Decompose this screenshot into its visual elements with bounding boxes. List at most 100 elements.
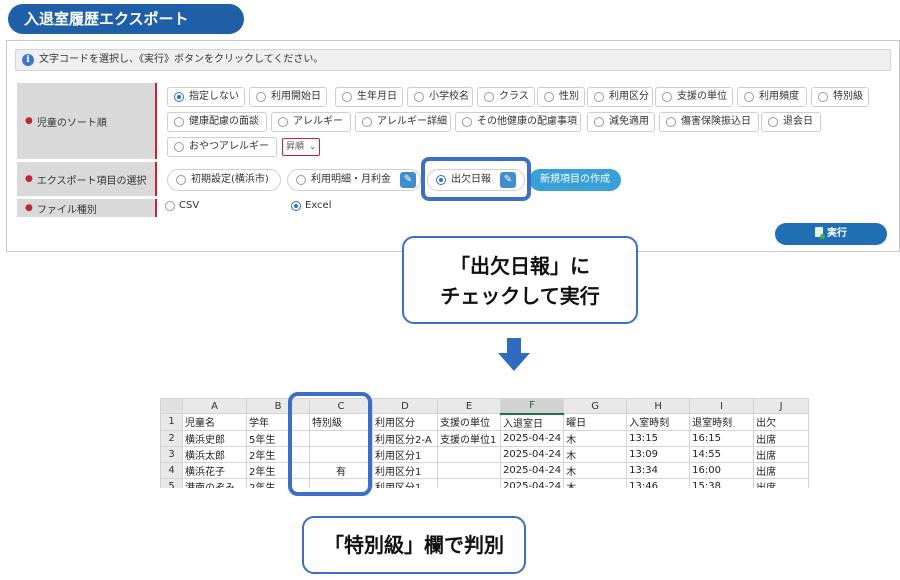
table-cell[interactable]	[437, 461, 501, 479]
table-cell[interactable]: 13:46	[626, 477, 691, 488]
table-cell[interactable]: 木	[563, 461, 628, 479]
table-cell[interactable]	[437, 445, 501, 463]
column-header[interactable]: I	[689, 398, 755, 414]
spreadsheet-preview: A B C D E F G H I J 1 児童名 学年 特別級 利用区分 支援の単位 入退室日 曜日 入室時刻 退室…	[160, 398, 810, 488]
sort-option[interactable]: 小学校名	[407, 87, 473, 107]
sort-option[interactable]: 退会日	[761, 112, 821, 132]
table-cell[interactable]: 木	[563, 445, 628, 463]
table-cell[interactable]: 2025-04-24	[499, 445, 565, 463]
table-cell[interactable]: 児童名	[182, 413, 247, 431]
sort-option[interactable]: 利用開始日	[249, 87, 327, 107]
column-header[interactable]: E	[437, 398, 501, 414]
sort-order-value: 昇順	[286, 142, 305, 152]
callout-line-1: 「出欠日報」に	[450, 254, 590, 278]
row-number[interactable]: 5	[160, 477, 183, 488]
sort-option[interactable]: 支援の単位	[655, 87, 733, 107]
table-cell[interactable]: 入退室日	[499, 413, 565, 431]
table-cell[interactable]: 13:15	[626, 429, 691, 447]
sort-option[interactable]: アレルギー詳細	[355, 112, 451, 132]
file-type-row-label: ● ファイル種別	[17, 199, 157, 217]
radio-icon	[296, 175, 306, 185]
sort-option-label: 生年月日	[357, 91, 397, 102]
sort-option[interactable]: 健康配慮の面談	[167, 112, 267, 132]
table-cell[interactable]: 2025-04-24	[499, 429, 565, 447]
sort-option[interactable]: クラス	[477, 87, 535, 107]
table-cell[interactable]: 13:34	[626, 461, 691, 479]
sort-option[interactable]: 利用区分	[587, 87, 653, 107]
table-cell[interactable]: 2025-04-24	[499, 477, 565, 488]
table-cell[interactable]: 出席	[753, 477, 810, 488]
table-cell[interactable]: 出席	[753, 461, 810, 479]
table-cell[interactable]: 支援の単位1	[437, 429, 501, 447]
sort-option[interactable]: 傷害保険振込日	[659, 112, 759, 132]
radio-icon	[174, 117, 184, 127]
radio-icon	[342, 92, 352, 102]
table-cell[interactable]: 横浜太郎	[182, 445, 247, 463]
file-type-excel[interactable]: Excel	[291, 200, 332, 211]
sort-option[interactable]: 性別	[537, 87, 585, 107]
spreadsheet-table: A B C D E F G H I J 1 児童名 学年 特別級 利用区分 支援の単位 入退室日 曜日 入室時刻 退室…	[160, 398, 810, 488]
sort-order-select[interactable]: 昇順 ⌄	[282, 138, 320, 156]
table-cell[interactable]	[437, 477, 501, 488]
table-cell[interactable]: 支援の単位	[437, 413, 501, 431]
sort-option[interactable]: 生年月日	[335, 87, 403, 107]
table-cell[interactable]: 出席	[753, 445, 810, 463]
table-cell[interactable]: 2025-04-24	[499, 461, 565, 479]
table-cell[interactable]: 木	[563, 429, 628, 447]
radio-icon	[362, 117, 372, 127]
column-header[interactable]: A	[182, 398, 247, 414]
radio-selected-icon	[174, 92, 184, 102]
export-item-initial[interactable]: 初期設定(横浜市)	[167, 169, 281, 191]
table-cell[interactable]: 港南のぞみ	[182, 477, 247, 488]
column-header[interactable]: F	[499, 398, 565, 415]
table-cell[interactable]: 16:00	[689, 461, 755, 479]
file-type-label-text: ファイル種別	[36, 204, 97, 216]
radio-icon	[462, 117, 472, 127]
row-number[interactable]: 2	[160, 429, 183, 447]
sort-option[interactable]: 指定しない	[167, 87, 245, 107]
sort-option[interactable]: その他健康の配慮事項	[455, 112, 581, 132]
table-cell[interactable]: 利用区分1	[372, 445, 438, 463]
table-cell[interactable]: 16:15	[689, 429, 755, 447]
table-cell[interactable]: 入室時刻	[626, 413, 691, 431]
table-cell[interactable]: 14:55	[689, 445, 755, 463]
table-cell[interactable]: 退室時刻	[689, 413, 755, 431]
column-header[interactable]: D	[372, 398, 438, 414]
sort-option[interactable]: 減免適用	[587, 112, 655, 132]
table-cell[interactable]: 利用区分	[372, 413, 438, 431]
table-cell[interactable]: 横浜花子	[182, 461, 247, 479]
table-cell[interactable]: 利用区分1	[372, 461, 438, 479]
export-item-usage-detail[interactable]: 利用明細・月利金 ✎	[287, 169, 421, 191]
radio-icon	[768, 117, 778, 127]
chevron-down-icon: ⌄	[309, 142, 316, 151]
column-header[interactable]: H	[626, 398, 691, 414]
row-number[interactable]: 3	[160, 445, 183, 463]
table-cell[interactable]: 出欠	[753, 413, 810, 431]
table-cell[interactable]: 利用区分1	[372, 477, 438, 488]
pencil-icon[interactable]: ✎	[400, 172, 416, 188]
table-cell[interactable]: 出席	[753, 429, 810, 447]
new-item-button[interactable]: 新規項目の作成	[529, 169, 621, 191]
row-number[interactable]: 1	[160, 413, 183, 431]
sort-option[interactable]: アレルギー	[271, 112, 351, 132]
table-cell[interactable]: 曜日	[563, 413, 628, 431]
sort-row-label: ● 児童のソート順	[17, 83, 157, 159]
table-cell[interactable]: 横浜史郎	[182, 429, 247, 447]
table-cell[interactable]: 15:38	[689, 477, 755, 488]
column-header[interactable]: G	[563, 398, 628, 414]
callout-select-attendance: 「出欠日報」に チェックして実行	[402, 236, 638, 324]
file-type-csv[interactable]: CSV	[165, 200, 199, 211]
down-arrow-icon	[507, 338, 521, 354]
radio-icon	[165, 200, 175, 211]
row-number[interactable]: 4	[160, 461, 183, 479]
table-cell[interactable]: 利用区分2-A	[372, 429, 438, 447]
column-header[interactable]: J	[753, 398, 810, 414]
run-button[interactable]: 実行	[775, 223, 887, 245]
table-row: 1 児童名 学年 特別級 利用区分 支援の単位 入退室日 曜日 入室時刻 退室時刻 出欠	[160, 413, 810, 431]
sort-option[interactable]: おやつアレルギー	[167, 137, 277, 157]
sort-option[interactable]: 利用頻度	[737, 87, 807, 107]
table-cell[interactable]: 13:09	[626, 445, 691, 463]
sort-option[interactable]: 特別級	[811, 87, 869, 107]
sort-option-label: 減免適用	[609, 116, 649, 127]
table-cell[interactable]: 木	[563, 477, 628, 488]
